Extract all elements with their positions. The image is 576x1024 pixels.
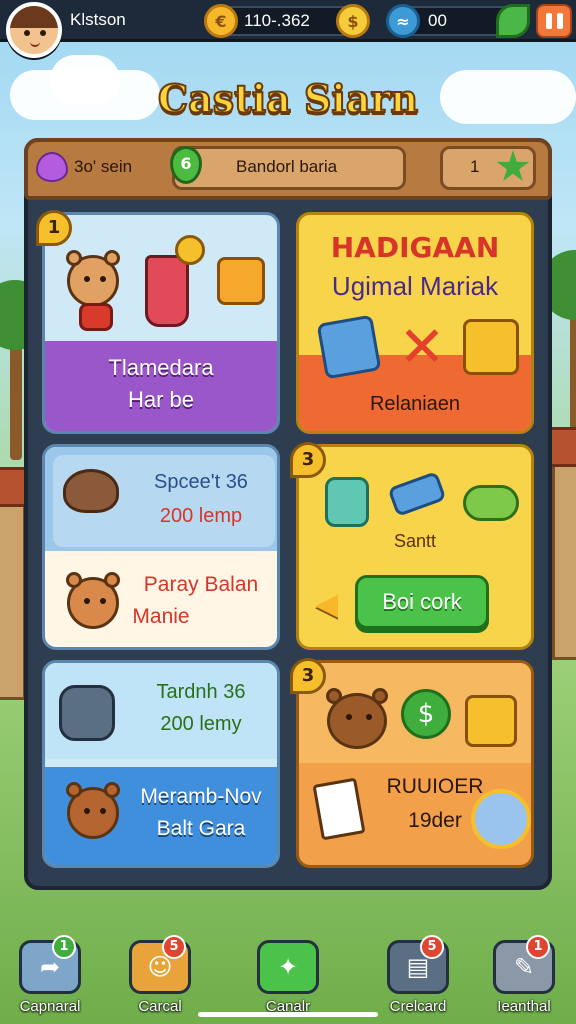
- game-title: Castia Siarn: [157, 75, 419, 122]
- nav-label: Ieanthal: [497, 998, 551, 1015]
- nav-label: Crelcard: [389, 998, 447, 1015]
- village-house: [545, 427, 576, 660]
- back-arrow-icon[interactable]: ◀: [315, 589, 353, 621]
- card-hadigaan[interactable]: HADIGAAN Ugimal Mariak ✕ Relaniaen: [296, 212, 534, 434]
- blender-icon: [145, 255, 189, 327]
- pencil-icon[interactable]: ✎ 1: [493, 935, 555, 994]
- nav-badge: 1: [526, 935, 550, 959]
- trophy-icon: [175, 235, 205, 265]
- gold-coin-icon: €: [204, 4, 238, 38]
- cash-register-icon: [463, 319, 519, 375]
- gift-box-icon: [217, 257, 265, 305]
- pause-button[interactable]: [536, 4, 572, 38]
- jar-icon: [325, 477, 369, 527]
- add-coin-icon[interactable]: $: [336, 4, 370, 38]
- bear-body: [79, 303, 113, 331]
- gem-count: 00: [428, 11, 447, 30]
- card3-line3: Paray Balan: [143, 573, 259, 596]
- card1-line1: Tlamedara: [108, 355, 214, 380]
- dollar-bubble-icon: $: [401, 689, 451, 739]
- currency-amount: 110-.362: [244, 11, 310, 30]
- nav-item-0[interactable]: ➦ 1 Capnaral: [12, 935, 88, 1015]
- buy-button[interactable]: Boi cork: [355, 575, 489, 629]
- bear-mascot-icon: [66, 250, 120, 307]
- card5-line2: 200 lemy: [160, 713, 242, 735]
- card2-footer-label: Relaniaen: [369, 393, 461, 415]
- leaf-icon[interactable]: [496, 4, 530, 38]
- nav-badge: 1: [52, 935, 76, 959]
- card1-badge: 1: [36, 210, 72, 246]
- heart-gem-icon: [36, 152, 68, 182]
- card2-subtitle: Ugimal Mariak: [331, 271, 499, 301]
- magnifier-icon: [471, 789, 531, 849]
- card5-line1: Tardnh 36: [156, 681, 246, 703]
- crystal-icon: [387, 471, 447, 517]
- nav-label: Capnaral: [19, 998, 81, 1015]
- player-name: Klstson: [70, 10, 126, 29]
- card-tardnh[interactable]: Tardnh 36 200 lemy Meramb-Nov Balt Gara: [42, 660, 280, 868]
- share-icon[interactable]: ➦ 1: [19, 935, 81, 994]
- nav-badge: 5: [420, 935, 444, 959]
- checkbox-icon: [316, 314, 382, 380]
- card-tlamedara[interactable]: Tlamedara Har be: [42, 212, 280, 434]
- nav-item-3[interactable]: ▤ 5 Crelcard: [380, 935, 456, 1015]
- cash-roll-icon: [463, 485, 519, 521]
- card3-line1: Spcee't 36: [154, 471, 248, 493]
- home-indicator: [198, 1012, 378, 1017]
- nav-label: Carcal: [138, 998, 182, 1015]
- village-house: [0, 467, 33, 700]
- card5-line4: Balt Gara: [156, 817, 246, 840]
- player-avatar[interactable]: [6, 2, 62, 58]
- count-field[interactable]: [440, 146, 536, 190]
- card-spceet[interactable]: Spcee't 36 200 lemp Paray Balan Manie: [42, 444, 280, 650]
- card3-line2: 200 lemp: [159, 505, 243, 527]
- card4-label: Santt: [393, 531, 437, 551]
- cross-icon: ✕: [398, 315, 446, 380]
- nav-item-2[interactable]: ✦ Canalr: [250, 940, 326, 1015]
- ticket-icon[interactable]: ▤ 5: [387, 935, 449, 994]
- card6-badge: 3: [290, 658, 326, 694]
- card2-title: HADIGAAN: [330, 231, 500, 264]
- nav-item-4[interactable]: ✎ 1 Ieanthal: [486, 935, 562, 1015]
- coin-stack-icon: [465, 695, 517, 747]
- cookie-icon[interactable]: ✦: [257, 940, 319, 994]
- boar-mascot-icon: [326, 688, 388, 749]
- card-ruuioer[interactable]: $ RUUIOER 19der: [296, 660, 534, 868]
- nav-badge: 5: [162, 935, 186, 959]
- card-santt[interactable]: Santt ◀ Boi cork: [296, 444, 534, 650]
- count-value: 1: [470, 157, 480, 176]
- card4-badge: 3: [290, 442, 326, 478]
- card1-line2: Har be: [127, 387, 195, 412]
- status-left-label: 3o' sein: [74, 157, 133, 176]
- nav-item-1[interactable]: ☺ 5 Carcal: [122, 935, 198, 1015]
- card5-line3: Meramb-Nov: [140, 785, 262, 808]
- name-field-text: Bandorl baria: [236, 157, 338, 176]
- card3-line4: Manie: [132, 605, 190, 628]
- smile-icon[interactable]: ☺ 5: [129, 935, 191, 994]
- globe-icon: ≈: [386, 4, 420, 38]
